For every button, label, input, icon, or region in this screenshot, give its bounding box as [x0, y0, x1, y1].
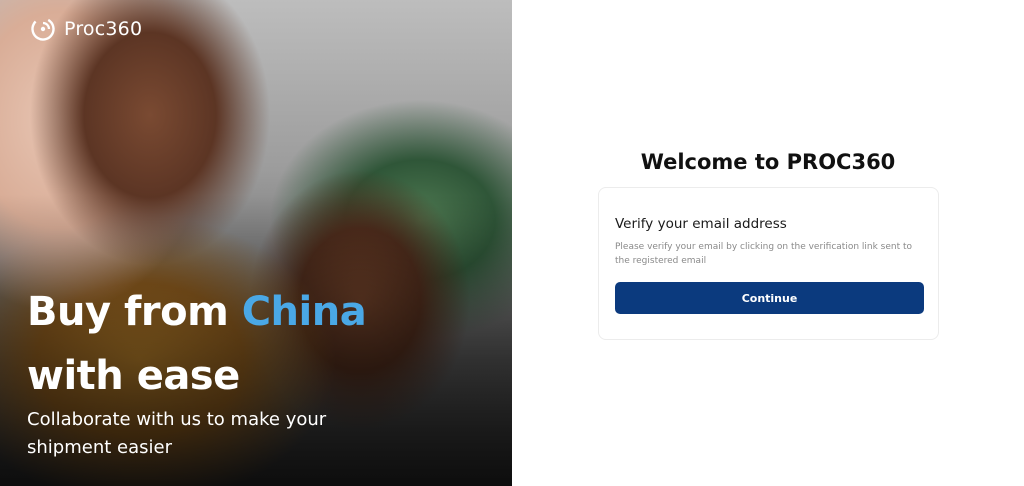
card-title: Verify your email address	[615, 216, 787, 232]
verify-email-card: Verify your email address Please verify …	[598, 187, 939, 340]
headline-accent-word: China	[241, 289, 367, 335]
verification-panel: Welcome to PROC360 Verify your email add…	[512, 0, 1024, 486]
headline-text-start: Buy from	[27, 289, 242, 335]
continue-button[interactable]: Continue	[615, 282, 924, 314]
hero-subtitle: Collaborate with us to make your shipmen…	[27, 409, 327, 458]
hero-panel: Proc360 Buy from China with ease Collabo…	[0, 0, 512, 486]
brand-name: Proc360	[64, 18, 143, 40]
hero-headline: Buy from China with ease	[27, 280, 487, 408]
page-title: Welcome to PROC360	[640, 150, 896, 174]
circle-arc-logo-icon	[31, 17, 55, 41]
brand-logo[interactable]: Proc360	[30, 16, 142, 42]
card-description: Please verify your email by clicking on …	[615, 242, 913, 266]
headline-text-end: with ease	[27, 353, 240, 399]
